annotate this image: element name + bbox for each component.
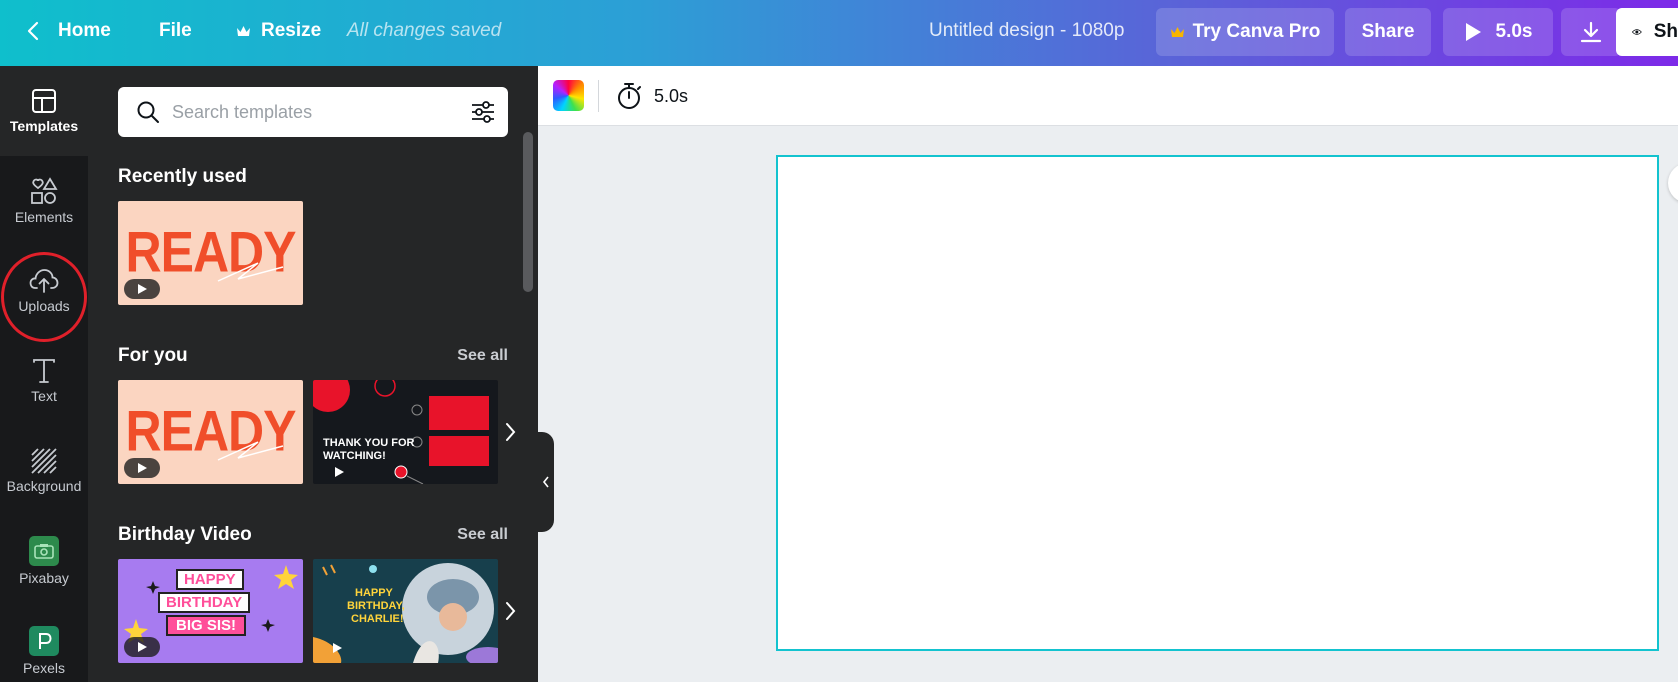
rail-label: Templates: [9, 118, 79, 134]
crown-icon: [237, 25, 250, 36]
editor-toolbar: 5.0s: [538, 66, 1678, 126]
search-templates-input[interactable]: Search templates: [118, 87, 508, 137]
top-bar: Home File Resize All changes saved Untit…: [0, 0, 1678, 66]
elements-icon: [31, 177, 58, 204]
rail-label: Elements: [14, 209, 74, 225]
thumb-text-line1: HAPPY: [176, 569, 244, 590]
play-icon: [138, 463, 147, 473]
template-thumb-thank-you[interactable]: THANK YOU FOR WATCHING!: [313, 380, 498, 484]
background-icon: [31, 448, 57, 474]
page-options-button[interactable]: [1668, 163, 1678, 203]
resize-button[interactable]: Resize: [236, 0, 321, 62]
rail-item-text[interactable]: Text: [0, 336, 88, 426]
video-badge: [124, 458, 160, 478]
home-link[interactable]: Home: [26, 0, 111, 62]
pexels-icon: [29, 626, 59, 656]
preview-label: Sh: [1653, 21, 1678, 42]
carousel-next-button[interactable]: [498, 380, 522, 484]
carousel-next-button[interactable]: [498, 559, 522, 663]
toolbar-divider: [598, 80, 599, 112]
text-icon: [33, 359, 55, 383]
rail-label: Text: [31, 388, 57, 404]
download-icon: [1580, 21, 1602, 43]
template-thumb-birthday-big-sis[interactable]: HAPPY BIRTHDAY BIG SIS!: [118, 559, 303, 663]
search-placeholder: Search templates: [172, 101, 313, 122]
templates-icon: [32, 89, 56, 113]
rail-label: Pixabay: [19, 570, 69, 586]
background-color-swatch[interactable]: [553, 80, 584, 111]
share-button[interactable]: Share: [1345, 8, 1431, 56]
timing-button[interactable]: 5.0s: [616, 66, 688, 126]
templates-panel: Search templates Recently used READY For…: [88, 66, 538, 682]
stopwatch-icon: [618, 83, 641, 109]
thumb-text-line1: HAPPY: [355, 587, 393, 599]
template-thumb-birthday-charlie[interactable]: HAPPY BIRTHDAY, CHARLIE!: [313, 559, 498, 663]
file-menu[interactable]: File: [159, 0, 192, 62]
see-all-link[interactable]: See all: [457, 526, 508, 544]
try-pro-label: Try Canva Pro: [1192, 21, 1321, 42]
search-icon: [137, 101, 159, 123]
rail-item-background[interactable]: Background: [0, 426, 88, 516]
thumb-text-line3: BIG SIS!: [166, 615, 247, 636]
pixabay-icon: [29, 536, 59, 566]
crown-icon: [1170, 26, 1184, 37]
chevron-left-icon: [27, 21, 39, 41]
rail-label: Uploads: [18, 298, 70, 314]
play-button[interactable]: 5.0s: [1443, 8, 1553, 56]
section-title-recently-used: Recently used: [118, 166, 247, 187]
play-icon: [138, 642, 147, 652]
resize-label: Resize: [261, 20, 322, 41]
design-title-text: Untitled design - 1080p: [929, 20, 1125, 41]
video-badge: [124, 637, 160, 657]
play-icon: [138, 284, 147, 294]
rail-item-uploads[interactable]: Uploads: [0, 246, 88, 336]
download-button[interactable]: [1561, 8, 1621, 56]
design-title[interactable]: Untitled design - 1080p: [929, 0, 1124, 62]
side-rail: Templates Elements Uploads Text Backgrou…: [0, 66, 88, 682]
cloud-upload-icon: [29, 269, 59, 293]
section-title-for-you: For you: [118, 345, 188, 366]
design-canvas[interactable]: [776, 155, 1659, 651]
rail-item-templates[interactable]: Templates: [0, 66, 88, 156]
rail-item-pixabay[interactable]: Pixabay: [0, 516, 88, 606]
thumb-text-line2: BIRTHDAY,: [347, 600, 405, 612]
play-duration: 5.0s: [1495, 21, 1533, 42]
play-icon: [1465, 23, 1481, 41]
eye-icon: [1632, 29, 1642, 35]
rail-item-pexels[interactable]: Pexels: [0, 606, 88, 682]
save-status-text: All changes saved: [347, 20, 502, 41]
see-all-link[interactable]: See all: [457, 347, 508, 365]
filter-sliders-icon[interactable]: [470, 100, 496, 124]
preview-button[interactable]: Sh: [1616, 8, 1678, 56]
duration-value: 5.0s: [654, 85, 689, 106]
panel-scrollbar[interactable]: [523, 132, 533, 292]
chevron-right-icon: [506, 602, 516, 620]
template-thumb-ready[interactable]: READY: [118, 380, 303, 484]
try-canva-pro-button[interactable]: Try Canva Pro: [1156, 8, 1334, 56]
chevron-right-icon: [506, 423, 516, 441]
thumb-text-line1: THANK YOU FOR: [323, 437, 415, 449]
home-label: Home: [58, 20, 111, 41]
share-label: Share: [1361, 21, 1415, 42]
rail-item-elements[interactable]: Elements: [0, 156, 88, 246]
collapse-panel-button[interactable]: [538, 432, 554, 532]
rail-label: Background: [6, 478, 82, 494]
play-icon: [335, 467, 344, 477]
thumb-text-line2: WATCHING!: [323, 450, 386, 462]
chevron-left-icon: [542, 476, 549, 488]
save-status: All changes saved: [347, 0, 501, 62]
file-label: File: [159, 20, 192, 41]
thumb-text-line3: CHARLIE!: [351, 613, 404, 625]
video-badge: [124, 279, 160, 299]
section-title-birthday-video: Birthday Video: [118, 524, 252, 545]
rail-label: Pexels: [22, 660, 66, 676]
thumb-text-line2: BIRTHDAY: [158, 592, 251, 613]
template-thumb-ready[interactable]: READY: [118, 201, 303, 305]
play-icon: [333, 643, 342, 653]
